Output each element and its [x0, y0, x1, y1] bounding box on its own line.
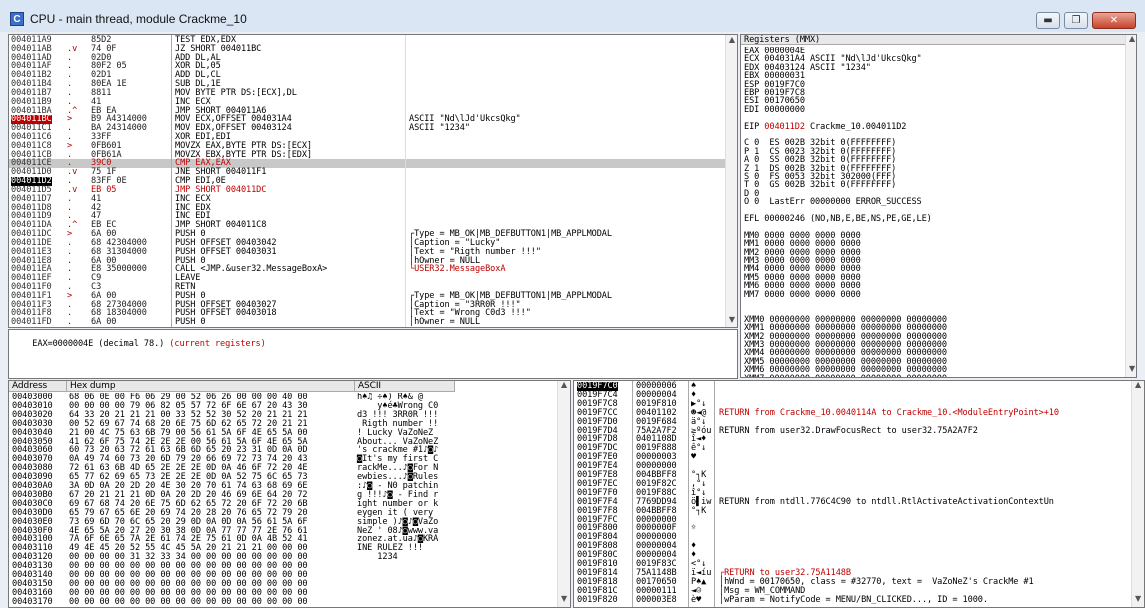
- disasm-row[interactable]: 004011A9 85D2 TEST EDX,EDX: [9, 36, 725, 45]
- dump-hex: 00 00 00 00 00 00 00 00 00 00 00 00 00 0…: [69, 596, 308, 607]
- register-text: EDI 00000000: [744, 104, 805, 115]
- app-icon: C: [10, 12, 24, 26]
- register-symbol: Crackme_10.004011D2: [804, 121, 907, 132]
- dump-address: 00403170: [12, 596, 53, 607]
- disasm-row[interactable]: 004011EF. C9 LEAVE: [9, 274, 725, 283]
- disasm-comment: └USER32.MessageBoxA: [409, 264, 506, 275]
- disasm-row[interactable]: 004011CB. 0FB61A MOVZX EBX,BYTE PTR DS:[ED…: [9, 150, 725, 160]
- register-line[interactable]: EIP 004011D2 Crackme_10.004011D2: [744, 121, 907, 132]
- registers-pane[interactable]: Registers (MMX) EAX 0000004E ECX 004031A4…: [740, 34, 1137, 378]
- disasm-row[interactable]: 004011B9. 41 INC ECX: [9, 97, 725, 107]
- column-address-header[interactable]: Address: [9, 381, 67, 392]
- info-pane: EAX=0000004E (decimal 78.) (current regi…: [8, 329, 738, 379]
- disasm-scrollbar[interactable]: ▲ ▼: [725, 35, 737, 327]
- scroll-up-icon[interactable]: ▲: [558, 381, 570, 393]
- disassembler-pane[interactable]: 004011A9 85D2 TEST EDX,EDX 004011AB .v 74 0F J…: [8, 34, 738, 328]
- minimize-button[interactable]: ▬: [1036, 12, 1060, 29]
- disasm-row[interactable]: 004011E3. 68 31304000 PUSH OFFSET 00403031…: [9, 247, 725, 257]
- info-line-note: (current registers): [169, 338, 266, 349]
- disasm-jump-marker: .: [67, 317, 73, 328]
- disasm-comment: │hOwner = NULL: [409, 317, 481, 328]
- disasm-row[interactable]: 004011F8. 68 18304000 PUSH OFFSET 00403018…: [9, 309, 725, 318]
- dump-ascii: 1234: [357, 552, 398, 563]
- stack-comment: │wParam = NotifyCode = MENU/BN_CLICKED..…: [719, 594, 988, 605]
- stack-ascii: ☼: [691, 523, 697, 534]
- scroll-up-icon[interactable]: ▲: [1132, 381, 1144, 393]
- stack-ascii: °┐K: [691, 505, 707, 516]
- column-ascii-header[interactable]: ASCII: [355, 381, 455, 392]
- register-line[interactable]: EFL 00000246 (NO,NB,E,BE,NS,PE,GE,LE): [744, 215, 932, 224]
- scroll-down-icon[interactable]: ▼: [726, 315, 737, 327]
- scroll-down-icon[interactable]: ▼: [558, 594, 570, 607]
- disassembly-listing[interactable]: 004011A9 85D2 TEST EDX,EDX 004011AB .v 74 0F J…: [9, 35, 725, 327]
- disasm-row[interactable]: 004011D8. 42 INC EDX: [9, 203, 725, 213]
- maximize-button[interactable]: ❐: [1064, 12, 1088, 29]
- disasm-row[interactable]: 004011AB .v 74 0F JZ SHORT 004011BC: [9, 44, 725, 54]
- stack-address: 0019F820: [577, 594, 618, 605]
- register-text: EFL 00000246 (NO,NB,E,BE,NS,PE,GE,LE): [744, 214, 932, 224]
- registers-header: Registers (MMX): [741, 35, 1126, 45]
- disasm-row[interactable]: 004011B7. 8811 MOV BYTE PTR DS:[ECX],DL: [9, 89, 725, 98]
- register-line[interactable]: O 0 LastErr 00000000 ERROR_SUCCESS: [744, 198, 922, 207]
- disasm-comment: ASCII "1234": [409, 123, 470, 134]
- stack-ascii: ♥: [691, 452, 697, 463]
- disasm-row[interactable]: 004011FD. 6A 00 PUSH 0 │hOwner = NULL: [9, 318, 725, 327]
- register-text: MM7 0000 0000 0000 0000: [744, 289, 861, 300]
- register-text: XMM7 00000000 00000000 00000000 00000000: [744, 374, 947, 377]
- registers-scrollbar[interactable]: ▲ ▼: [1125, 35, 1136, 377]
- stack-comment: RETURN from Crackme_10.0040114A to Crack…: [719, 407, 1059, 418]
- hex-dump-pane[interactable]: Address Hex dump ASCII 00403000 68 06 0E …: [8, 380, 571, 608]
- register-line[interactable]: EDI 00000000: [744, 104, 805, 115]
- disasm-hex: 6A 00: [91, 317, 117, 328]
- stack-ascii: è♥: [691, 594, 702, 605]
- register-line[interactable]: MM7 0000 0000 0000 0000: [744, 289, 861, 300]
- register-line[interactable]: XMM7 00000000 00000000 00000000 00000000: [744, 374, 947, 377]
- disasm-row[interactable]: 004011DA .^ EB EC JMP SHORT 004011C8: [9, 221, 725, 230]
- disasm-row[interactable]: 004011CE. 39C0 CMP EAX,EAX: [9, 159, 725, 169]
- scroll-up-icon[interactable]: ▲: [1126, 35, 1136, 47]
- stack-pane[interactable]: 0019F7C0 00000006 ♠ 0019F7C4 00000004 ♦ 0019F7…: [573, 380, 1145, 608]
- disasm-row[interactable]: 004011AF. 80F2 05 XOR DL,05: [9, 62, 725, 71]
- disasm-row[interactable]: 004011D5 .v EB 05 JMP SHORT 004011DC: [9, 186, 725, 195]
- column-hex-header[interactable]: Hex dump: [67, 381, 355, 392]
- dump-row[interactable]: 00403170 00 00 00 00 00 00 00 00 00 00 00…: [9, 596, 557, 607]
- disasm-row[interactable]: 004011D2. 83FF 0E CMP EDI,0E: [9, 177, 725, 186]
- stack-value: 000003E8: [636, 594, 677, 605]
- dump-scrollbar[interactable]: ▲ ▼: [557, 381, 570, 607]
- scroll-up-icon[interactable]: ▲: [726, 35, 737, 47]
- stack-comment: RETURN from user32.DrawFocusRect to user…: [719, 425, 978, 436]
- disasm-row[interactable]: 004011C1. BA 24314000 MOV EDX,OFFSET 00403…: [9, 124, 725, 133]
- register-line[interactable]: T 0 GS 002B 32bit 0(FFFFFFFF): [744, 181, 896, 190]
- disasm-row[interactable]: 004011D7. 41 INC ECX: [9, 194, 725, 204]
- register-text: EIP: [744, 121, 765, 132]
- stack-scrollbar[interactable]: ▲ ▼: [1131, 381, 1144, 607]
- stack-row[interactable]: 0019F820 000003E8 è♥ │wParam = NotifyCode =…: [574, 594, 1132, 605]
- register-value-changed: 004011D2: [764, 121, 805, 132]
- register-text: O 0 LastErr 00000000 ERROR_SUCCESS: [744, 197, 922, 208]
- disasm-row[interactable]: 004011EA. E8 35000000 CALL <JMP.&user32.Me…: [9, 265, 725, 274]
- disasm-instruction: PUSH 0: [175, 317, 206, 328]
- register-text: T 0 GS 002B 32bit 0(FFFFFFFF): [744, 180, 897, 191]
- stack-comment: RETURN from ntdll.776C4C90 to ntdll.RtlA…: [719, 496, 1054, 507]
- scroll-down-icon[interactable]: ▼: [1132, 594, 1144, 607]
- disasm-address: 004011FD: [11, 317, 52, 328]
- disasm-row[interactable]: 004011F0. C3 RETN: [9, 283, 725, 292]
- disasm-row[interactable]: 004011D9. 47 INC EDI: [9, 212, 725, 221]
- info-line: EAX=0000004E (decimal 78.): [32, 338, 165, 349]
- title-bar: C CPU - main thread, module Crackme_10 ▬…: [0, 0, 1145, 32]
- disasm-row[interactable]: 004011B4. 80EA 1E SUB DL,1E: [9, 80, 725, 89]
- close-button[interactable]: ✕: [1092, 12, 1136, 29]
- window-title: CPU - main thread, module Crackme_10: [30, 12, 247, 26]
- scroll-down-icon[interactable]: ▼: [1126, 364, 1136, 377]
